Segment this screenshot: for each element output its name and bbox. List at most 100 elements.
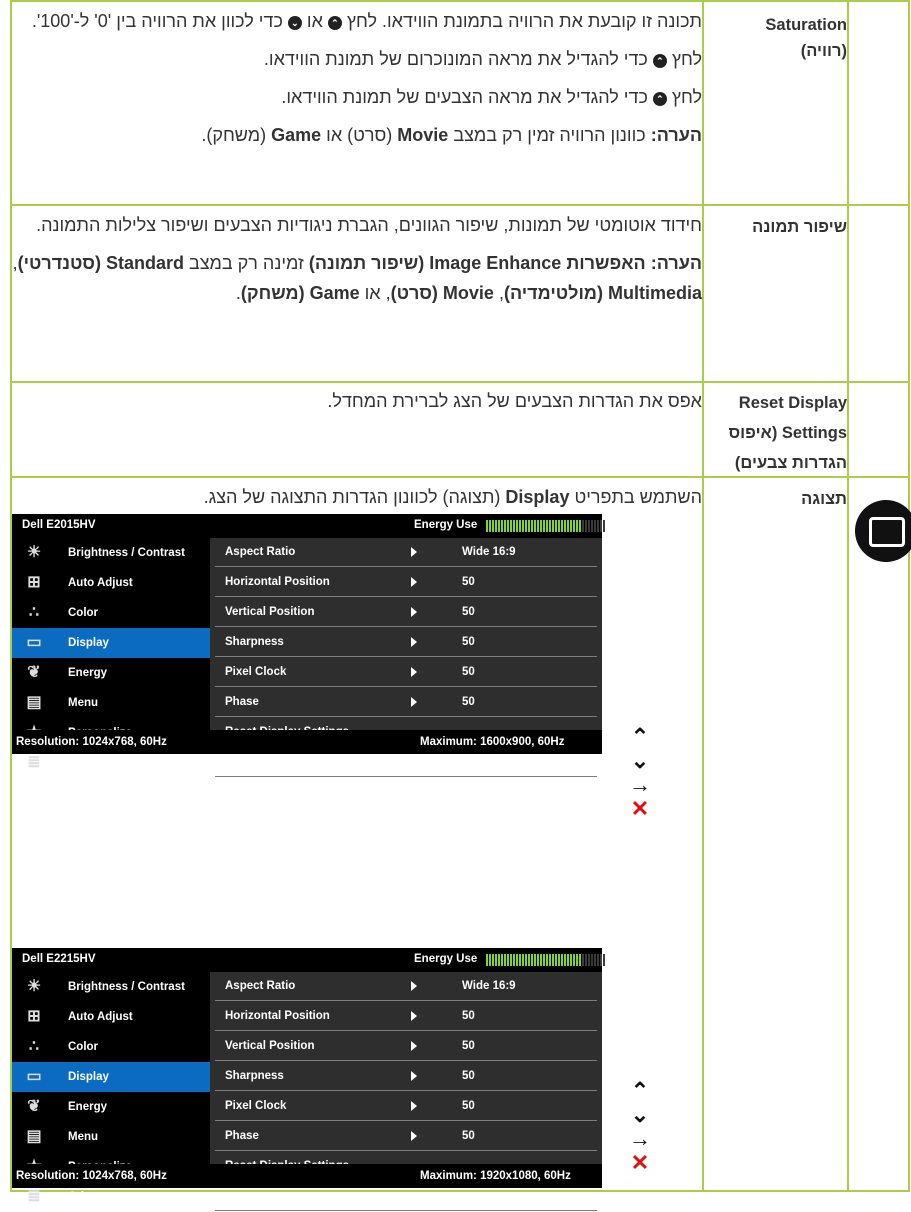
- text: לחץ: [666, 87, 702, 107]
- energy-meter-bar: [552, 520, 554, 532]
- others-icon: ≣: [27, 1188, 41, 1205]
- saturation-paragraph: תכונה זו קובעת את הרוויה בתמונת הווידאו.…: [12, 6, 702, 36]
- right-arrow-icon[interactable]: →: [627, 1128, 653, 1150]
- osd-menu-item[interactable]: ∴ Color: [12, 598, 210, 628]
- energy-meter-bar: [534, 520, 536, 532]
- text: Movie: [397, 125, 449, 145]
- energy-meter-bar: [492, 954, 494, 966]
- osd-menu-item[interactable]: ▤ Menu: [12, 688, 210, 718]
- osd-setting-row[interactable]: Vertical Position 50: [215, 1032, 597, 1061]
- osd-menu-item-label: Menu: [68, 697, 99, 709]
- text: ,: [493, 283, 504, 303]
- osd-setting-label: Pixel Clock: [225, 666, 287, 678]
- energy-meter-bar: [489, 520, 491, 532]
- osd-setting-row[interactable]: Aspect Ratio Wide 16:9: [215, 538, 597, 567]
- osd-setting-row[interactable]: Horizontal Position 50: [215, 568, 597, 597]
- energy-meter-bar: [495, 520, 497, 532]
- menu-icon: ▤: [26, 694, 42, 711]
- osd-menu-item[interactable]: ▭ Display: [12, 628, 210, 658]
- osd-menu-item-label: Energy: [68, 667, 107, 679]
- color-icon: ∴: [28, 1038, 40, 1055]
- triangle-right-icon: [411, 667, 417, 677]
- energy-meter: [486, 520, 605, 532]
- osd-menu-item[interactable]: ▭ Display: [12, 1062, 210, 1092]
- energy-meter-bar: [522, 520, 524, 532]
- osd-menu-item[interactable]: ⊞ Auto Adjust: [12, 568, 210, 598]
- energy-meter-bar: [585, 954, 587, 966]
- osd-setting-row[interactable]: Vertical Position 50: [215, 598, 597, 627]
- osd-setting-row[interactable]: Phase 50: [215, 688, 597, 717]
- triangle-right-icon: [411, 547, 417, 557]
- up-button-icon: ⌃: [652, 54, 667, 68]
- energy-meter-bar: [588, 954, 590, 966]
- up-arrow-icon[interactable]: ⌃: [627, 1080, 653, 1102]
- energy-meter-bar: [546, 954, 548, 966]
- energy-meter-bar: [591, 520, 593, 532]
- others-icon: ≣: [27, 754, 41, 771]
- energy-icon: ❦: [27, 1098, 41, 1115]
- text: Game (משחק): [240, 283, 360, 303]
- osd-setting-label: Horizontal Position: [225, 576, 330, 588]
- energy-meter-bar: [501, 520, 503, 532]
- up-button-icon: ⌃: [327, 16, 342, 30]
- right-arrow-icon[interactable]: →: [627, 774, 653, 796]
- osd-menu-item[interactable]: ❦ Energy: [12, 1092, 210, 1122]
- energy-meter-bar: [501, 954, 503, 966]
- reset-label-line: הגדרות צבעים): [734, 454, 847, 472]
- energy-meter-bar: [576, 954, 578, 966]
- osd-setting-row[interactable]: Pixel Clock 50: [215, 1092, 597, 1121]
- osd-setting-row[interactable]: Phase 50: [215, 1122, 597, 1151]
- osd-menu-item[interactable]: ☀ Brightness / Contrast: [12, 538, 210, 568]
- osd-menu-item[interactable]: ⊞ Auto Adjust: [12, 1002, 210, 1032]
- osd-header: Dell E2015HV Energy Use: [12, 514, 605, 538]
- energy-meter-bar: [561, 954, 563, 966]
- osd-menu-list: ☀ Brightness / Contrast ⊞ Auto Adjust ∴ Color…: [12, 538, 210, 771]
- osd-setting-row[interactable]: Sharpness 50: [215, 1062, 597, 1091]
- energy-meter-bar: [597, 954, 599, 966]
- triangle-right-icon: [411, 981, 417, 991]
- triangle-right-icon: [411, 1011, 417, 1021]
- triangle-right-icon: [411, 1071, 417, 1081]
- column-divider: [702, 0, 704, 1192]
- energy-meter-bar: [543, 954, 545, 966]
- display-description: השתמש בתפריט Display (תצוגה) לכוונון הגד…: [12, 482, 702, 512]
- energy-meter-bar: [594, 954, 596, 966]
- up-arrow-icon[interactable]: ⌃: [627, 726, 653, 748]
- osd-menu-item-label: Display: [68, 637, 109, 649]
- osd-menu-item[interactable]: ☀ Brightness / Contrast: [12, 972, 210, 1002]
- text: Movie (סרט): [390, 283, 494, 303]
- osd-setting-row[interactable]: Horizontal Position 50: [215, 1002, 597, 1031]
- osd-setting-value: 50: [462, 1010, 475, 1022]
- note-label: הערה:: [650, 125, 702, 145]
- osd-setting-value: 50: [462, 1130, 475, 1142]
- close-icon[interactable]: ✕: [627, 798, 653, 820]
- osd-setting-label: Aspect Ratio: [225, 546, 296, 558]
- brightness-icon: ☀: [26, 978, 42, 995]
- energy-meter-bar: [582, 954, 584, 966]
- energy-meter-bar: [537, 520, 539, 532]
- osd-menu-item[interactable]: ▤ Menu: [12, 1122, 210, 1152]
- energy-meter-bar: [531, 520, 533, 532]
- osd-menu-item-label: Brightness / Contrast: [68, 547, 185, 559]
- osd-setting-row[interactable]: Pixel Clock 50: [215, 658, 597, 687]
- text: תכונה זו קובעת את הרוויה בתמונת הווידאו.…: [341, 11, 702, 31]
- osd-setting-row[interactable]: Aspect Ratio Wide 16:9: [215, 972, 597, 1001]
- note-label: הערה: האפשרות Image Enhance (שיפור תמונה…: [308, 253, 702, 273]
- osd-setting-row[interactable]: Sharpness 50: [215, 628, 597, 657]
- osd-menu-item[interactable]: ∴ Color: [12, 1032, 210, 1062]
- down-arrow-icon[interactable]: ⌄: [627, 1104, 653, 1126]
- column-divider: [847, 0, 849, 1192]
- energy-use-label: Energy Use: [414, 519, 478, 531]
- osd-setting-value: 50: [462, 1040, 475, 1052]
- osd-menu-item[interactable]: ❦ Energy: [12, 658, 210, 688]
- osd-setting-label: Vertical Position: [225, 1040, 315, 1052]
- energy-meter-bar: [552, 954, 554, 966]
- close-icon[interactable]: ✕: [627, 1152, 653, 1174]
- row-divider: [10, 204, 910, 206]
- osd-setting-value: Wide 16:9: [462, 546, 516, 558]
- osd-menu-item-label: Brightness / Contrast: [68, 981, 185, 993]
- osd-menu-item-label: Others: [68, 757, 106, 769]
- energy-meter-bar: [588, 520, 590, 532]
- energy-meter-bar: [507, 520, 509, 532]
- down-arrow-icon[interactable]: ⌄: [627, 750, 653, 772]
